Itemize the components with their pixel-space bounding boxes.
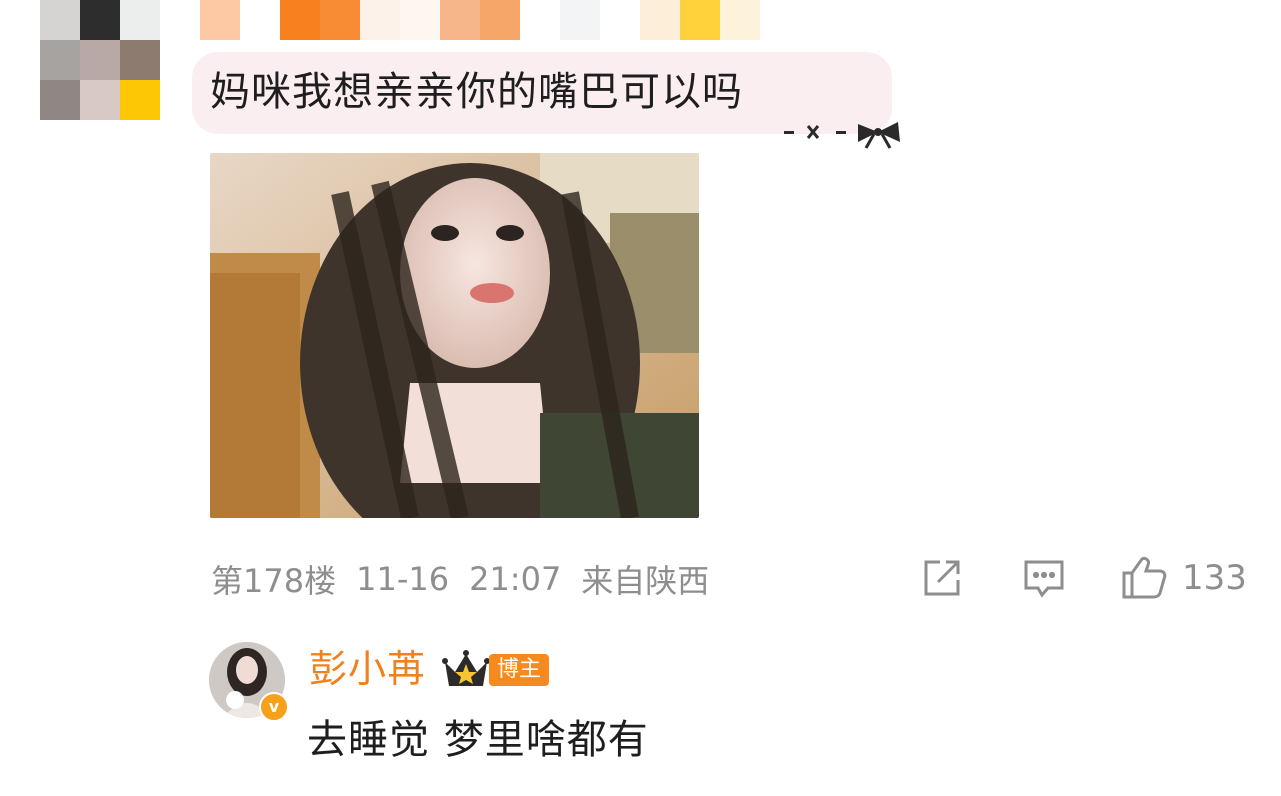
comment-actions: 133 xyxy=(0,555,1281,601)
author-badge: 博主 xyxy=(489,654,550,686)
comment-photo[interactable] xyxy=(210,153,699,518)
comment-icon xyxy=(1024,560,1064,598)
reply-text: 去睡觉 梦里啥都有 xyxy=(307,717,649,763)
commenter-name-pixelated[interactable] xyxy=(200,0,760,40)
reply-author-name[interactable]: 彭小苒 xyxy=(309,644,426,694)
share-button[interactable] xyxy=(920,555,964,601)
verified-badge: v xyxy=(259,692,289,722)
comment-text: 妈咪我想亲亲你的嘴巴可以吗 xyxy=(210,69,743,115)
crown-icon xyxy=(442,650,490,686)
like-button[interactable]: 133 xyxy=(1120,555,1247,601)
bow-icon xyxy=(784,122,900,149)
reply-button[interactable] xyxy=(1022,555,1066,601)
reply-item[interactable]: v 彭小苒 博主 去睡觉 梦里啥都有 xyxy=(209,642,1209,792)
share-icon xyxy=(924,560,960,596)
like-icon xyxy=(1122,557,1167,599)
like-count: 133 xyxy=(1182,558,1247,598)
commenter-avatar-pixelated[interactable] xyxy=(40,0,160,120)
